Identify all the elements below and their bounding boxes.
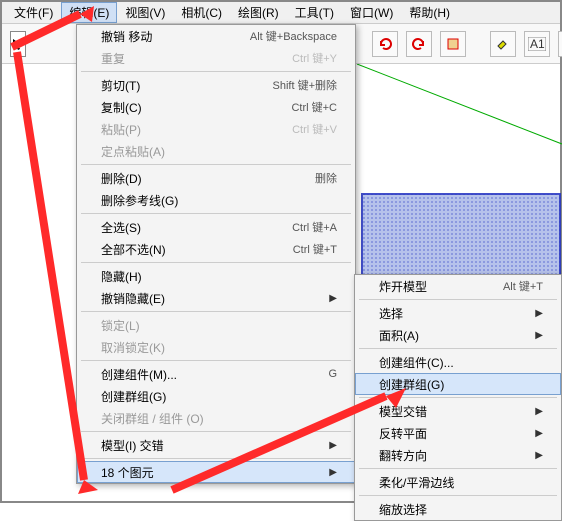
- menu-make-component[interactable]: 创建组件(M)...G: [77, 363, 355, 385]
- menu-unlock: 取消锁定(K): [77, 336, 355, 358]
- menu-file[interactable]: 文件(F): [6, 2, 61, 23]
- menu-copy[interactable]: 复制(C)Ctrl 键+C: [77, 96, 355, 118]
- menubar: 文件(F) 编辑(E) 视图(V) 相机(C) 绘图(R) 工具(T) 窗口(W…: [2, 2, 560, 24]
- menu-select-all[interactable]: 全选(S)Ctrl 键+A: [77, 216, 355, 238]
- menu-edit[interactable]: 编辑(E): [61, 2, 117, 23]
- chevron-right-icon: ▶: [535, 330, 543, 341]
- menu-entities[interactable]: 18 个图元▶: [77, 461, 355, 483]
- submenu-soften[interactable]: 柔化/平滑边线: [355, 471, 561, 493]
- menu-close-group: 关闭群组 / 组件 (O): [77, 407, 355, 429]
- menu-unhide[interactable]: 撤销隐藏(E)▶: [77, 287, 355, 309]
- svg-text:A1: A1: [530, 37, 545, 51]
- redo-icon[interactable]: [406, 31, 432, 57]
- submenu-make-component[interactable]: 创建组件(C)...: [355, 351, 561, 373]
- menu-window[interactable]: 窗口(W): [342, 2, 401, 23]
- submenu-select[interactable]: 选择▶: [355, 302, 561, 324]
- menu-paste: 粘贴(P)Ctrl 键+V: [77, 118, 355, 140]
- chevron-right-icon: ▶: [535, 428, 543, 439]
- menu-draw[interactable]: 绘图(R): [230, 2, 287, 23]
- menu-select-none[interactable]: 全部不选(N)Ctrl 键+T: [77, 238, 355, 260]
- chevron-right-icon: ▶: [535, 450, 543, 461]
- menu-camera[interactable]: 相机(C): [173, 2, 230, 23]
- menu-help[interactable]: 帮助(H): [401, 2, 458, 23]
- chevron-right-icon: ▶: [329, 440, 337, 451]
- edit-dropdown: 撤销 移动Alt 键+Backspace 重复Ctrl 键+Y 剪切(T)Shi…: [76, 24, 356, 484]
- menu-delete[interactable]: 删除(D)删除: [77, 167, 355, 189]
- submenu-area[interactable]: 面积(A)▶: [355, 324, 561, 346]
- measure-icon[interactable]: [558, 31, 562, 57]
- chevron-right-icon: ▶: [535, 406, 543, 417]
- submenu-explode[interactable]: 炸开模型Alt 键+T: [355, 275, 561, 297]
- entities-submenu: 炸开模型Alt 键+T 选择▶ 面积(A)▶ 创建组件(C)... 创建群组(G…: [354, 274, 562, 521]
- box-icon[interactable]: [440, 31, 466, 57]
- menu-intersect[interactable]: 模型(I) 交错▶: [77, 434, 355, 456]
- menu-hide[interactable]: 隐藏(H): [77, 265, 355, 287]
- menu-view[interactable]: 视图(V): [117, 2, 173, 23]
- text-icon[interactable]: A1: [524, 31, 550, 57]
- chevron-right-icon: ▶: [329, 467, 337, 478]
- menu-paste-in-place: 定点粘贴(A): [77, 140, 355, 162]
- menu-cut[interactable]: 剪切(T)Shift 键+删除: [77, 74, 355, 96]
- menu-undo[interactable]: 撤销 移动Alt 键+Backspace: [77, 25, 355, 47]
- select-tool-icon[interactable]: [10, 31, 26, 57]
- chevron-right-icon: ▶: [329, 293, 337, 304]
- submenu-zoom[interactable]: 缩放选择: [355, 498, 561, 520]
- menu-tools[interactable]: 工具(T): [287, 2, 342, 23]
- menu-redo: 重复Ctrl 键+Y: [77, 47, 355, 69]
- menu-make-group[interactable]: 创建群组(G): [77, 385, 355, 407]
- submenu-flip-along[interactable]: 反转平面▶: [355, 422, 561, 444]
- submenu-intersect[interactable]: 模型交错▶: [355, 400, 561, 422]
- chevron-right-icon: ▶: [535, 308, 543, 319]
- menu-delete-guides[interactable]: 删除参考线(G): [77, 189, 355, 211]
- submenu-flip-direction[interactable]: 翻转方向▶: [355, 444, 561, 466]
- menu-lock: 锁定(L): [77, 314, 355, 336]
- undo-icon[interactable]: [372, 31, 398, 57]
- submenu-make-group[interactable]: 创建群组(G): [355, 373, 561, 395]
- paint-icon[interactable]: [490, 31, 516, 57]
